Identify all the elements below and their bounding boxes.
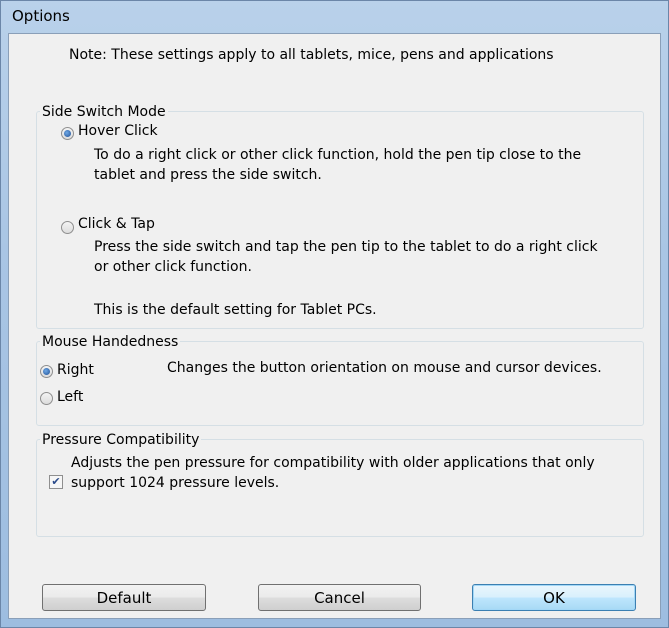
pressure-compatibility-group: Pressure Compatibility ✔ Adjusts the pen… — [36, 430, 644, 537]
mouse-handedness-legend: Mouse Handedness — [40, 332, 181, 352]
click-tap-label[interactable]: Click & Tap — [78, 216, 155, 232]
hover-click-desc-line1: To do a right click or other click funct… — [94, 147, 582, 163]
hover-click-description: To do a right click or other click funct… — [94, 145, 581, 185]
hover-click-radio[interactable] — [61, 127, 74, 140]
mouse-handedness-description: Changes the button orientation on mouse … — [167, 360, 602, 376]
dialog-client-area: Note: These settings apply to all tablet… — [8, 33, 661, 619]
pressure-compat-checkbox[interactable]: ✔ — [49, 475, 63, 489]
pressure-desc-line1: Adjusts the pen pressure for compatibili… — [71, 455, 595, 471]
pressure-desc-line2: support 1024 pressure levels. — [71, 475, 280, 491]
side-switch-mode-group: Side Switch Mode Hover Click To do a rig… — [36, 102, 644, 329]
click-tap-desc-line1: Press the side switch and tap the pen ti… — [94, 239, 598, 255]
left-hand-radio[interactable] — [40, 392, 53, 405]
click-tap-default-note: This is the default setting for Tablet P… — [94, 302, 377, 318]
right-hand-label[interactable]: Right — [57, 362, 94, 378]
hover-click-label[interactable]: Hover Click — [78, 123, 158, 139]
click-tap-desc-line2: or other click function. — [94, 259, 252, 275]
cancel-button[interactable]: Cancel — [258, 584, 421, 611]
click-tap-description: Press the side switch and tap the pen ti… — [94, 237, 598, 277]
hover-click-desc-line2: tablet and press the side switch. — [94, 167, 322, 183]
mouse-handedness-group: Mouse Handedness Right Left Changes the … — [36, 332, 644, 426]
pressure-compatibility-legend: Pressure Compatibility — [40, 430, 202, 450]
side-switch-mode-legend: Side Switch Mode — [40, 102, 168, 122]
click-tap-radio[interactable] — [61, 221, 74, 234]
ok-button[interactable]: OK — [472, 584, 636, 611]
pressure-compat-description[interactable]: Adjusts the pen pressure for compatibili… — [71, 453, 595, 493]
left-hand-label[interactable]: Left — [57, 389, 83, 405]
note-text: Note: These settings apply to all tablet… — [69, 47, 554, 63]
default-button[interactable]: Default — [42, 584, 206, 611]
title-bar[interactable]: Options — [1, 1, 668, 33]
options-dialog: Options Note: These settings apply to al… — [0, 0, 669, 628]
right-hand-radio[interactable] — [40, 365, 53, 378]
window-title: Options — [12, 7, 70, 25]
